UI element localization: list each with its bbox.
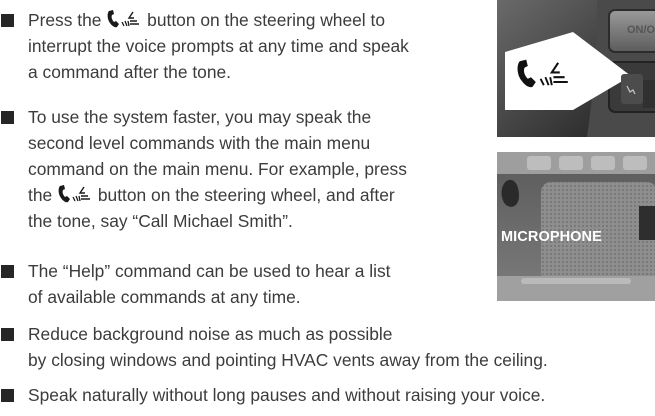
- steering-wheel-button-photo: ON/O: [497, 0, 655, 137]
- microphone-photo: MICROPHONE: [497, 152, 655, 301]
- bullet-square: [1, 328, 14, 341]
- steering-wheel-illustration: [497, 0, 655, 137]
- microphone-label: MICROPHONE: [501, 229, 602, 245]
- on-off-button-label: ON/O: [627, 24, 655, 36]
- bullet-square: [1, 111, 14, 124]
- overhead-console-illustration: [497, 152, 655, 301]
- bullet-square: [1, 265, 14, 278]
- bullet-square: [1, 389, 14, 402]
- bullet-square: [1, 14, 14, 27]
- phone-voice-icon: [58, 185, 91, 203]
- phone-voice-icon: [107, 10, 140, 28]
